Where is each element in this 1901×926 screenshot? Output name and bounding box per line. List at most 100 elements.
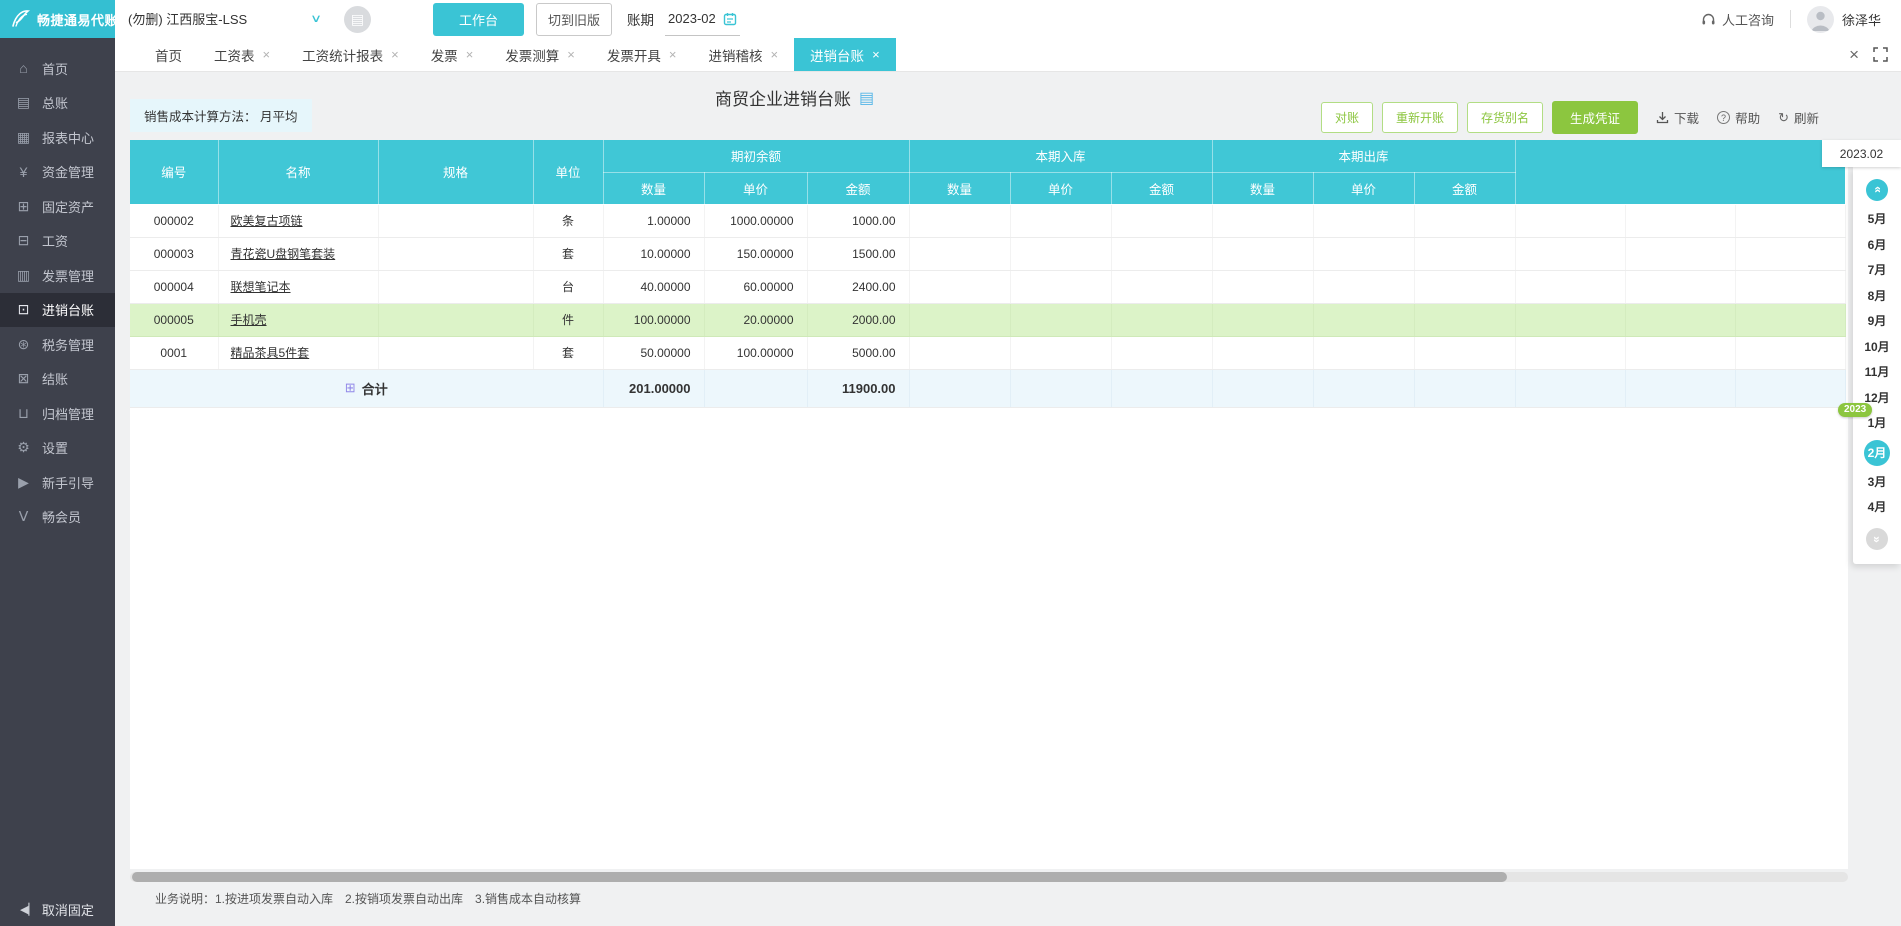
subcol-out-amount[interactable]: 金额	[1414, 172, 1516, 205]
tab-purchase-sales-audit[interactable]: 进销稽核 ×	[692, 38, 794, 71]
period-selector[interactable]: 2023-02	[665, 2, 740, 36]
subcol-opening-qty[interactable]: 数量	[603, 172, 705, 205]
sidebar-item-funds[interactable]: ¥ 资金管理	[0, 155, 115, 190]
subcol-opening-amount[interactable]: 金额	[807, 172, 910, 205]
col-header-unit[interactable]: 单位	[533, 140, 604, 205]
horizontal-scrollbar-track[interactable]	[130, 872, 1848, 882]
subcol-in-price[interactable]: 单价	[1010, 172, 1112, 205]
make-voucher-button[interactable]: 生成凭证	[1552, 101, 1639, 134]
month-item-oct[interactable]: 10月	[1853, 336, 1901, 359]
subcol-out-qty[interactable]: 数量	[1212, 172, 1314, 205]
fullscreen-icon[interactable]	[1873, 47, 1888, 62]
sidebar-item-inventory-ledger[interactable]: ⊡ 进销台账	[0, 292, 115, 327]
app-logo[interactable]: 畅捷通易代账	[0, 0, 118, 38]
stock-alias-button[interactable]: 存货别名	[1467, 102, 1544, 133]
col-header-name[interactable]: 名称	[218, 140, 379, 205]
download-button[interactable]: 下载	[1656, 108, 1699, 127]
reopen-books-button[interactable]: 重新开账	[1382, 102, 1459, 133]
close-icon[interactable]: ×	[263, 47, 271, 62]
month-picker-panel: » 5月 6月 7月 8月 9月 10月 11月 12月 2023 1月 2月 …	[1838, 167, 1901, 564]
table-row[interactable]: 000003 青花瓷U盘钢笔套装 套 10.00000 150.00000 15…	[130, 237, 1846, 271]
horizontal-scrollbar-thumb[interactable]	[132, 872, 1507, 882]
sidebar-item-tax[interactable]: ⊛ 税务管理	[0, 327, 115, 362]
table-row[interactable]: 0001 精品茶具5件套 套 50.00000 100.00000 5000.0…	[130, 336, 1846, 370]
tab-invoice[interactable]: 发票 ×	[415, 38, 490, 71]
tab-invoice-issue[interactable]: 发票开具 ×	[591, 38, 693, 71]
item-name-link[interactable]: 手机壳	[231, 313, 267, 327]
item-name-link[interactable]: 欧美复古项链	[231, 214, 303, 228]
inventory-table: 编号 名称 规格 单位 期初余额 本期入库 本期出库 数量 单价 金额 数量 单…	[130, 140, 1846, 408]
table-row[interactable]: 000002 欧美复古项链 条 1.00000 1000.00000 1000.…	[130, 204, 1846, 238]
chevron-down-icon: ∨	[309, 12, 323, 25]
sidebar-item-member[interactable]: Ⅴ 畅会员	[0, 500, 115, 535]
month-item-jul[interactable]: 7月	[1853, 259, 1901, 282]
month-item-may[interactable]: 5月	[1853, 208, 1901, 231]
tab-invoice-calc[interactable]: 发票测算 ×	[489, 38, 591, 71]
month-item-aug[interactable]: 8月	[1853, 285, 1901, 308]
refresh-button[interactable]: ↻ 刷新	[1778, 108, 1819, 127]
col-header-code[interactable]: 编号	[130, 140, 219, 205]
close-icon[interactable]: ×	[872, 47, 880, 62]
reconcile-button[interactable]: 对账	[1320, 102, 1373, 133]
sidebar-item-invoice[interactable]: ▥ 发票管理	[0, 258, 115, 293]
sidebar-item-settings[interactable]: ⚙ 设置	[0, 431, 115, 466]
sidebar-item-archive[interactable]: ⊔ 归档管理	[0, 396, 115, 431]
user-name[interactable]: 徐泽华	[1842, 10, 1881, 29]
close-icon[interactable]: ×	[391, 47, 399, 62]
table-row-highlighted[interactable]: 000005 手机壳 件 100.00000 20.00000 2000.00	[130, 303, 1846, 337]
group-header-extra	[1515, 140, 1846, 205]
subcol-in-qty[interactable]: 数量	[909, 172, 1011, 205]
archive-icon: ⊔	[18, 404, 29, 421]
scroll-down-button[interactable]: »	[1866, 527, 1888, 550]
subcol-in-amount[interactable]: 金额	[1111, 172, 1213, 205]
close-icon[interactable]: ×	[669, 47, 677, 62]
item-name-cell: 欧美复古项链	[218, 204, 379, 238]
col-header-spec[interactable]: 规格	[378, 140, 534, 205]
close-icon[interactable]: ×	[770, 47, 778, 62]
subcol-out-price[interactable]: 单价	[1313, 172, 1415, 205]
sidebar-item-report-center[interactable]: ▦ 报表中心	[0, 120, 115, 155]
sidebar-item-payroll[interactable]: ⊟ 工资	[0, 224, 115, 259]
help-button[interactable]: ? 帮助	[1717, 108, 1760, 127]
item-name-link[interactable]: 青花瓷U盘钢笔套装	[231, 247, 336, 261]
tab-inventory-ledger[interactable]: 进销台账 ×	[794, 38, 896, 71]
month-item-jun[interactable]: 6月	[1853, 234, 1901, 257]
opening-amount: 1500.00	[807, 237, 910, 271]
item-name-link[interactable]: 联想笔记本	[231, 280, 291, 294]
month-item-nov[interactable]: 11月	[1853, 361, 1901, 384]
item-name-link[interactable]: 精品茶具5件套	[231, 346, 310, 360]
tab-home[interactable]: 首页	[139, 38, 198, 71]
tab-payroll-report[interactable]: 工资统计报表 ×	[286, 38, 415, 71]
opening-price: 100.00000	[704, 336, 808, 370]
company-selector[interactable]: (勿删) 江西服宝-LSS ∨	[124, 0, 322, 39]
opening-price: 150.00000	[704, 237, 808, 271]
sidebar-item-guide[interactable]: ▶ 新手引导	[0, 465, 115, 500]
main-content: 销售成本计算方法： 月平均 商贸企业进销台账 ▤ 对账 重新开账 存货别名 生成…	[115, 72, 1901, 926]
close-icon[interactable]: ×	[466, 47, 474, 62]
scroll-up-button[interactable]: »	[1866, 179, 1888, 201]
sidebar-item-closing[interactable]: ⊠ 结账	[0, 362, 115, 397]
unpin-sidebar-button[interactable]: ◀▏ 取消固定	[0, 900, 115, 919]
item-name-cell: 手机壳	[218, 303, 379, 337]
support-button[interactable]: 人工咨询	[1701, 10, 1774, 29]
total-label-cell: ⊞ 合计	[130, 369, 604, 408]
document-icon[interactable]: ▤	[859, 88, 874, 108]
clipboard-icon[interactable]: ▤	[344, 5, 371, 33]
sidebar-item-general-ledger[interactable]: ▤ 总账	[0, 86, 115, 121]
sidebar-item-home[interactable]: ⌂ 首页	[0, 51, 115, 86]
tab-payroll-sheet[interactable]: 工资表 ×	[198, 38, 286, 71]
close-icon[interactable]: ×	[567, 47, 575, 62]
switch-old-version-button[interactable]: 切到旧版	[536, 2, 613, 36]
avatar[interactable]	[1806, 5, 1834, 33]
subcol-opening-price[interactable]: 单价	[704, 172, 808, 205]
opening-price: 60.00000	[704, 270, 808, 304]
month-item-sep[interactable]: 9月	[1853, 310, 1901, 333]
month-item-feb-selected[interactable]: 2月	[1864, 439, 1890, 466]
table-row[interactable]: 000004 联想笔记本 台 40.00000 60.00000 2400.00	[130, 270, 1846, 304]
month-item-apr[interactable]: 4月	[1853, 496, 1901, 519]
sidebar-item-fixed-assets[interactable]: ⊞ 固定资产	[0, 189, 115, 224]
month-item-mar[interactable]: 3月	[1853, 471, 1901, 494]
current-period-chip[interactable]: 2023.02	[1822, 140, 1901, 167]
close-icon[interactable]: ×	[1849, 46, 1859, 63]
workbench-button[interactable]: 工作台	[433, 2, 525, 36]
